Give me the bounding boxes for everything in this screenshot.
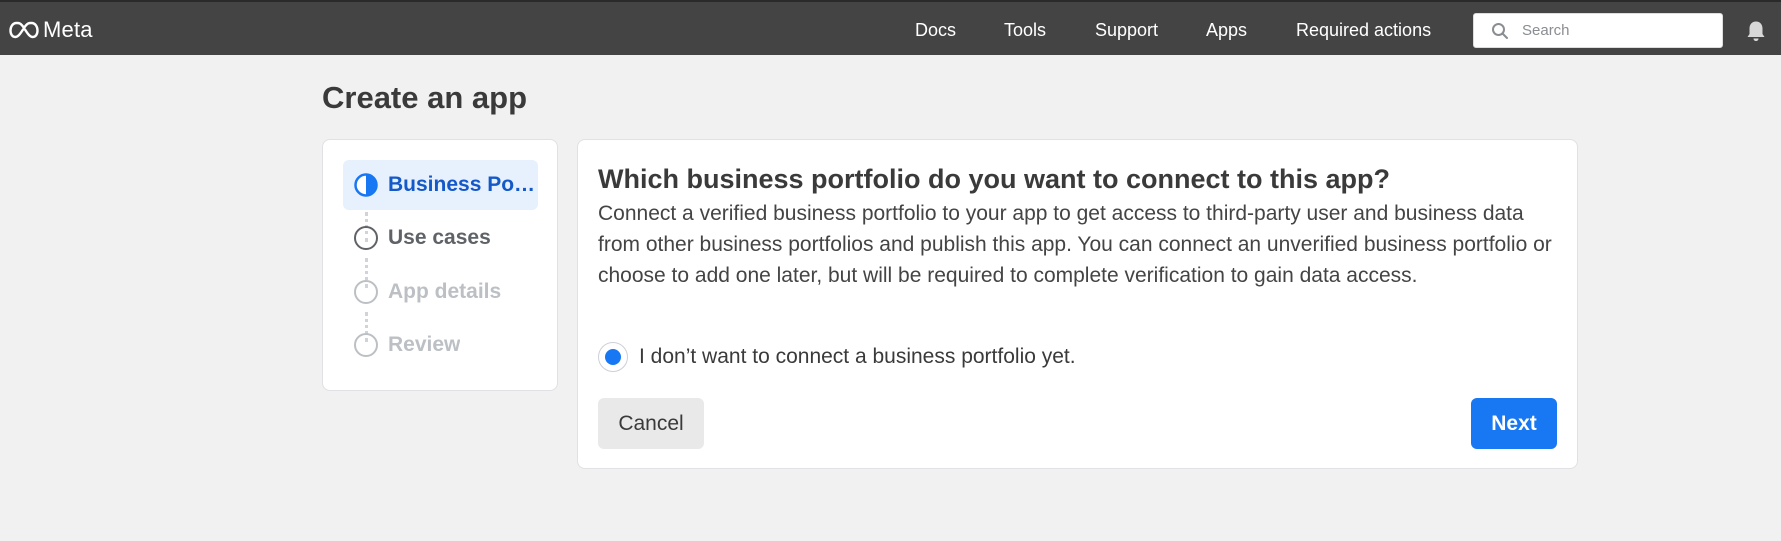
step-label: Review: [388, 333, 461, 356]
step-use-cases[interactable]: Use cases: [343, 213, 538, 263]
step-business-portfolio[interactable]: Business Po…: [343, 160, 538, 210]
radio-button[interactable]: [598, 342, 628, 372]
circle-outline-icon: [354, 226, 378, 250]
nav-required-actions[interactable]: Required actions: [1296, 20, 1431, 41]
logo-text: Meta: [43, 17, 93, 42]
question-title: Which business portfolio do you want to …: [598, 164, 1390, 194]
page-title: Create an app: [322, 80, 528, 115]
meta-logo[interactable]: Meta: [9, 17, 93, 42]
cancel-button[interactable]: Cancel: [598, 398, 704, 449]
nav-support[interactable]: Support: [1095, 20, 1158, 41]
step-label: Business Po…: [388, 173, 536, 196]
meta-logo-icon: [9, 21, 39, 39]
circle-outline-icon: [354, 333, 378, 357]
bell-icon[interactable]: [1744, 19, 1768, 43]
circle-outline-icon: [354, 280, 378, 304]
next-button[interactable]: Next: [1471, 398, 1557, 449]
step-review: Review: [343, 320, 538, 370]
nav-tools[interactable]: Tools: [1004, 20, 1046, 41]
half-filled-circle-icon: [354, 173, 378, 197]
search-input[interactable]: [1522, 22, 1722, 39]
top-navigation-bar: Meta Docs Tools Support Apps Required ac…: [0, 0, 1781, 55]
nav-apps[interactable]: Apps: [1206, 20, 1247, 41]
step-label: Use cases: [388, 226, 491, 249]
radio-label: I don’t want to connect a business portf…: [639, 345, 1076, 368]
step-app-details: App details: [343, 267, 538, 317]
search-box[interactable]: [1473, 13, 1723, 48]
question-description: Connect a verified business portfolio to…: [598, 202, 1552, 287]
search-icon: [1490, 21, 1510, 41]
business-portfolio-card: Which business portfolio do you want to …: [577, 139, 1578, 469]
radio-selected-dot: [605, 349, 621, 365]
no-portfolio-option[interactable]: I don’t want to connect a business portf…: [598, 342, 1076, 372]
step-label: App details: [388, 280, 502, 303]
nav-docs[interactable]: Docs: [915, 20, 956, 41]
steps-sidebar: Business Po… Use cases App details Revie…: [322, 139, 558, 391]
